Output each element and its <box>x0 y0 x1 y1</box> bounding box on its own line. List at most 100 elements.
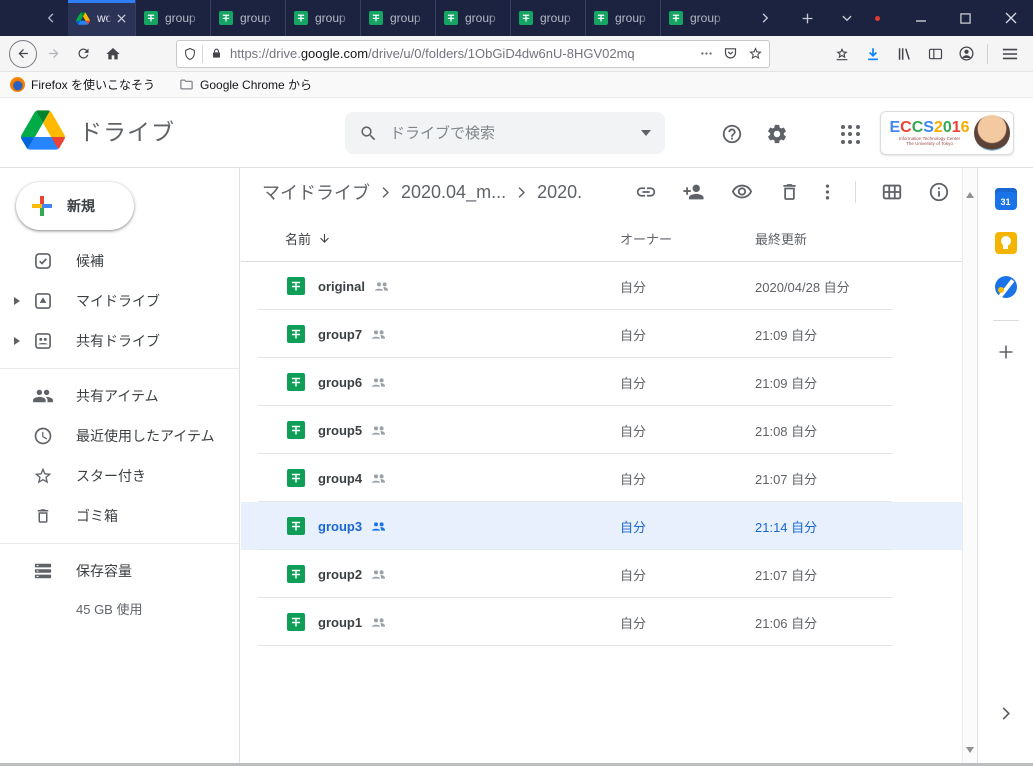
grid-view-toggle-button[interactable] <box>881 181 903 203</box>
people-icon <box>32 387 54 405</box>
scroll-tabs-right-button[interactable] <box>749 0 781 36</box>
info-icon <box>928 181 950 203</box>
sidebar-item-starred[interactable]: スター付き <box>0 456 239 496</box>
browser-tab-group[interactable]: group <box>585 0 660 36</box>
downloads-icon[interactable] <box>858 39 888 69</box>
sidebar-item-storage[interactable]: 保存容量 <box>0 551 239 591</box>
google-sheets-icon <box>594 11 608 25</box>
column-header-name[interactable]: 名前 <box>241 229 620 248</box>
sidebars-icon[interactable] <box>920 39 950 69</box>
bookmark-star-icon[interactable] <box>748 46 763 61</box>
delete-button[interactable] <box>779 181 800 203</box>
menu-hamburger-icon[interactable] <box>995 39 1025 69</box>
lock-icon[interactable] <box>210 46 223 61</box>
tracking-protection-shield-icon[interactable] <box>183 46 197 62</box>
details-button[interactable] <box>928 181 950 203</box>
search-options-caret-icon[interactable] <box>641 130 651 136</box>
add-addon-button[interactable] <box>993 339 1019 365</box>
reload-icon <box>76 46 91 61</box>
column-header-modified[interactable]: 最終更新 <box>755 229 962 248</box>
tasks-icon[interactable] <box>993 274 1019 300</box>
sidebar-item-trash[interactable]: ゴミ箱 <box>0 496 239 536</box>
tab-title: group <box>315 11 352 25</box>
browser-tab-group[interactable]: group <box>510 0 585 36</box>
forward-button[interactable] <box>38 39 68 69</box>
page-scrollbar[interactable] <box>962 168 977 763</box>
bookmark-folder-chrome[interactable]: Google Chrome から <box>179 76 312 93</box>
file-row[interactable]: group5 自分 21:08 自分 <box>241 406 962 454</box>
browser-tab-drive[interactable]: wo <box>68 0 135 36</box>
google-drive-icon <box>76 12 90 25</box>
file-row[interactable]: original 自分 2020/04/28 自分 <box>241 262 962 310</box>
get-link-button[interactable] <box>635 181 657 203</box>
google-sheets-icon <box>287 613 305 631</box>
tab-close-icon[interactable] <box>116 13 127 24</box>
file-row[interactable]: group7 自分 21:09 自分 <box>241 310 962 358</box>
back-button[interactable] <box>8 39 38 69</box>
file-owner: 自分 <box>620 469 755 488</box>
shared-people-icon <box>371 521 386 532</box>
breadcrumb-item-current-folder[interactable]: 2020. <box>537 182 582 203</box>
breadcrumb: マイドライブ 2020.04_m... 2020. <box>241 168 962 216</box>
file-row[interactable]: group2 自分 21:07 自分 <box>241 550 962 598</box>
expand-arrow-icon[interactable] <box>14 297 20 305</box>
sidebar-item-my-drive[interactable]: マイドライブ <box>0 281 239 321</box>
storage-used-text: 45 GB 使用 <box>0 591 239 618</box>
drive-logo-home[interactable]: ドライブ <box>21 110 175 150</box>
more-actions-button[interactable] <box>825 183 830 201</box>
toolbar-separator <box>987 44 988 64</box>
search-input[interactable] <box>390 125 641 142</box>
breadcrumb-item-my-drive[interactable]: マイドライブ <box>262 179 370 205</box>
browser-tab-group[interactable]: group <box>210 0 285 36</box>
help-button[interactable] <box>720 122 744 146</box>
user-avatar[interactable] <box>974 115 1010 151</box>
chevron-down-icon <box>841 12 853 24</box>
bookmark-item-firefox[interactable]: Firefox を使いこなそう <box>10 76 155 93</box>
page-actions-more-icon[interactable] <box>700 47 713 60</box>
list-all-tabs-button[interactable] <box>831 0 863 36</box>
column-header-owner[interactable]: オーナー <box>620 229 755 248</box>
expand-arrow-icon[interactable] <box>14 337 20 345</box>
library-icon[interactable] <box>889 39 919 69</box>
google-apps-grid-button[interactable] <box>838 122 862 146</box>
sidebar-item-shared-with-me[interactable]: 共有アイテム <box>0 376 239 416</box>
window-close-button[interactable] <box>988 0 1033 36</box>
browser-tab-group[interactable]: group <box>435 0 510 36</box>
breadcrumb-item-parent-folder[interactable]: 2020.04_m... <box>401 182 506 203</box>
file-row[interactable]: group6 自分 21:09 自分 <box>241 358 962 406</box>
reload-button[interactable] <box>68 39 98 69</box>
file-row[interactable]: group4 自分 21:07 自分 <box>241 454 962 502</box>
sidebar-item-shared-drives[interactable]: 共有ドライブ <box>0 321 239 361</box>
file-row[interactable]: group1 自分 21:06 自分 <box>241 598 962 646</box>
hide-side-panel-button[interactable] <box>1001 706 1011 721</box>
scroll-down-arrow-icon[interactable] <box>966 747 974 753</box>
check-square-icon <box>32 251 54 271</box>
drive-search-box[interactable] <box>345 112 665 154</box>
browser-tab-group[interactable]: group <box>135 0 210 36</box>
share-button[interactable] <box>682 181 705 203</box>
google-sheets-icon <box>444 11 458 25</box>
window-maximize-button[interactable] <box>943 0 988 36</box>
sidebar-item-priority[interactable]: 候補 <box>0 241 239 281</box>
calendar-icon[interactable]: 31 <box>993 186 1019 212</box>
bookmarks-toolbar-star-tray-icon[interactable] <box>827 39 857 69</box>
window-minimize-button[interactable] <box>898 0 943 36</box>
new-button[interactable]: 新規 <box>16 182 134 230</box>
preview-button[interactable] <box>730 181 754 203</box>
scroll-up-arrow-icon[interactable] <box>966 192 974 198</box>
browser-tab-group[interactable]: group <box>360 0 435 36</box>
scroll-tabs-left-button[interactable] <box>34 0 68 36</box>
browser-tab-group[interactable]: group <box>285 0 360 36</box>
file-row-selected[interactable]: group3 自分 21:14 自分 <box>241 502 962 550</box>
pocket-icon[interactable] <box>723 46 738 61</box>
account-card[interactable]: ECCS2016 Information Technology Center T… <box>880 111 1014 155</box>
sidebar-item-recent[interactable]: 最近使用したアイテム <box>0 416 239 456</box>
keep-icon[interactable] <box>993 230 1019 256</box>
new-tab-button[interactable] <box>791 0 823 36</box>
browser-tab-group[interactable]: group <box>660 0 735 36</box>
home-button[interactable] <box>98 39 128 69</box>
browser-tab-bar: wo group group group group group group g… <box>0 0 1033 36</box>
settings-button[interactable] <box>765 122 789 146</box>
url-bar[interactable]: https://drive.google.com/drive/u/0/folde… <box>176 40 770 68</box>
account-icon[interactable] <box>951 39 981 69</box>
